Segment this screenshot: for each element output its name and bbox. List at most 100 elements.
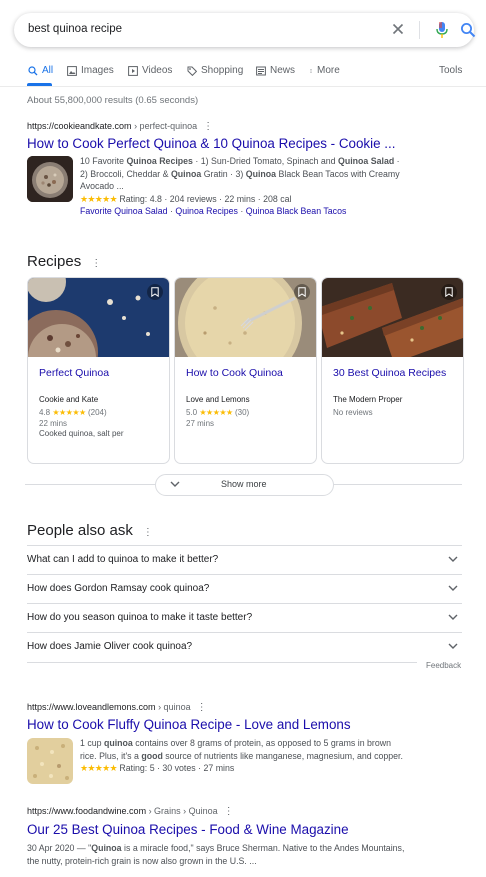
divider <box>27 662 417 663</box>
tab-images[interactable]: Images <box>67 65 114 76</box>
snippet-text: 10 Favorite <box>80 156 127 166</box>
snippet-bold: Quinoa Recipes <box>126 156 193 166</box>
chevron-down-icon <box>448 585 458 591</box>
paa-question[interactable]: How does Jamie Oliver cook quinoa? <box>27 632 462 661</box>
bookmark-button[interactable] <box>147 284 163 300</box>
result-thumbnail[interactable] <box>27 738 73 784</box>
more-options-icon[interactable]: ⋮ <box>197 702 207 713</box>
search-icon[interactable] <box>460 22 476 38</box>
tab-more[interactable]: More <box>309 65 340 76</box>
snippet-text: 1 cup <box>80 738 104 748</box>
tab-shopping[interactable]: Shopping <box>187 65 243 76</box>
snippet-text: is a miracle food," says Bruce Sherman. … <box>121 843 405 853</box>
cite-domain: https://www.loveandlemons.com <box>27 702 156 712</box>
recipe-card[interactable]: 30 Best Quinoa Recipes The Modern Proper… <box>321 277 464 464</box>
bookmark-icon <box>151 287 159 297</box>
result-snippet: 30 Apr 2020 — "Quinoa is a miracle food,… <box>27 842 467 867</box>
recipe-source: The Modern Proper <box>333 395 403 404</box>
snippet-text: · 1) Sun-Dried Tomato, Spinach and <box>192 156 338 166</box>
tools-button[interactable]: Tools <box>439 65 462 76</box>
paa-question[interactable]: How does Gordon Ramsay cook quinoa? <box>27 574 462 603</box>
snippet-bold: Quinoa <box>245 168 277 179</box>
tab-label: All <box>42 65 54 76</box>
recipe-title[interactable]: How to Cook Quinoa <box>186 367 283 379</box>
cite-domain: https://cookieandkate.com <box>27 121 132 131</box>
paa-question[interactable]: What can I add to quinoa to make it bett… <box>27 545 462 574</box>
snippet-line: 2) Broccoli, Cheddar & Quinoa Gratin · 3… <box>80 168 460 181</box>
more-options-icon[interactable]: ⋮ <box>224 806 234 817</box>
bookmark-button[interactable] <box>441 284 457 300</box>
paa-heading-text: People also ask <box>27 522 133 539</box>
rating-text: Rating: 4.8 · 204 reviews · 22 mins · 20… <box>116 193 292 204</box>
sitelink[interactable]: Quinoa Recipes <box>175 206 238 216</box>
search-input[interactable]: best quinoa recipe <box>28 23 122 35</box>
tab-news[interactable]: News <box>256 65 295 76</box>
sitelink[interactable]: Quinoa Black Bean Tacos <box>246 206 347 216</box>
snippet-line: 1 cup quinoa contains over 8 grams of pr… <box>80 737 460 750</box>
rating-line: ★★★★★ Rating: 4.8 · 204 reviews · 22 min… <box>80 193 460 206</box>
recipe-reviews: No reviews <box>333 408 373 417</box>
snippet-text: 2) Broccoli, Cheddar & <box>80 168 171 179</box>
recipe-card[interactable]: Perfect Quinoa Cookie and Kate 4.8 ★★★★★… <box>27 277 170 464</box>
cite-path: › quinoa <box>155 702 191 712</box>
snippet-text: rice. Plus, it's a <box>80 750 142 761</box>
bookmark-button[interactable] <box>294 284 310 300</box>
quinoa-bowl-image <box>27 156 73 202</box>
more-options-icon[interactable]: ⋮ <box>143 527 153 538</box>
bookmark-icon <box>298 287 306 297</box>
result-snippet: 1 cup quinoa contains over 8 grams of pr… <box>80 737 460 775</box>
recipe-title[interactable]: Perfect Quinoa <box>39 367 109 379</box>
tab-label: Images <box>81 65 114 76</box>
result-cite[interactable]: https://www.loveandlemons.com › quinoa ⋮ <box>27 702 207 713</box>
recipe-title[interactable]: 30 Best Quinoa Recipes <box>333 367 446 379</box>
sitelink[interactable]: Favorite Quinoa Salad <box>80 206 168 216</box>
more-options-icon[interactable]: ⋮ <box>91 258 101 269</box>
recipe-time: 27 mins <box>186 418 215 428</box>
result-title-link[interactable]: How to Cook Fluffy Quinoa Recipe - Love … <box>27 717 351 732</box>
result-stats: About 55,800,000 results (0.65 seconds) <box>27 95 199 106</box>
paa-question-text: How does Jamie Oliver cook quinoa? <box>27 641 193 652</box>
result-title-link[interactable]: How to Cook Perfect Quinoa & 10 Quinoa R… <box>27 136 395 151</box>
clear-icon[interactable] <box>390 21 406 37</box>
snippet-bold: Quinoa Salad <box>338 156 395 166</box>
microphone-icon[interactable] <box>435 21 449 39</box>
search-divider <box>419 21 420 39</box>
review-count: (30) <box>234 408 250 417</box>
more-options-icon[interactable]: ⋮ <box>203 121 213 132</box>
result-title-link[interactable]: Our 25 Best Quinoa Recipes - Food & Wine… <box>27 822 349 837</box>
result-thumbnail[interactable] <box>27 156 73 202</box>
result-cite[interactable]: https://cookieandkate.com › perfect-quin… <box>27 121 213 132</box>
recipe-time: 22 mins <box>39 418 68 428</box>
recipe-meta: 4.8 ★★★★★ (204) 22 mins Cooked quinoa, s… <box>39 408 124 440</box>
recipe-card[interactable]: How to Cook Quinoa Love and Lemons 5.0 ★… <box>174 277 317 464</box>
rating-value: 5.0 <box>186 408 198 417</box>
recipes-heading: Recipes ⋮ <box>27 253 101 270</box>
tab-label: Shopping <box>201 65 244 76</box>
result-cite[interactable]: https://www.foodandwine.com › Grains › Q… <box>27 806 234 817</box>
recipe-source: Cookie and Kate <box>39 395 99 404</box>
feedback-link[interactable]: Feedback <box>426 661 461 670</box>
tab-videos[interactable]: Videos <box>128 65 172 76</box>
paa-question[interactable]: How do you season quinoa to make it tast… <box>27 603 462 632</box>
tab-label: More <box>317 65 340 76</box>
paa-question-text: What can I add to quinoa to make it bett… <box>27 554 219 565</box>
bookmark-icon <box>445 287 453 297</box>
news-icon <box>256 66 266 75</box>
star-rating-icon: ★★★★★ <box>52 408 86 417</box>
quinoa-image <box>27 738 73 784</box>
tools-label: Tools <box>439 65 463 76</box>
show-more-button[interactable]: Show more <box>155 474 334 496</box>
tab-all[interactable]: All <box>28 65 53 76</box>
star-rating-icon: ★★★★★ <box>80 763 117 773</box>
snippet-bold: Quinoa <box>170 168 202 179</box>
search-bar[interactable]: best quinoa recipe <box>14 13 476 47</box>
chevron-down-icon <box>448 556 458 562</box>
video-icon <box>128 65 138 76</box>
chevron-down-icon <box>448 643 458 649</box>
paa-heading: People also ask ⋮ <box>27 522 153 539</box>
recipe-meta: No reviews <box>333 408 373 419</box>
snippet-bold: good <box>141 750 163 761</box>
search-result: https://cookieandkate.com › perfect-quin… <box>27 121 213 132</box>
chevron-down-icon <box>170 481 180 487</box>
active-tab-indicator <box>27 83 52 86</box>
